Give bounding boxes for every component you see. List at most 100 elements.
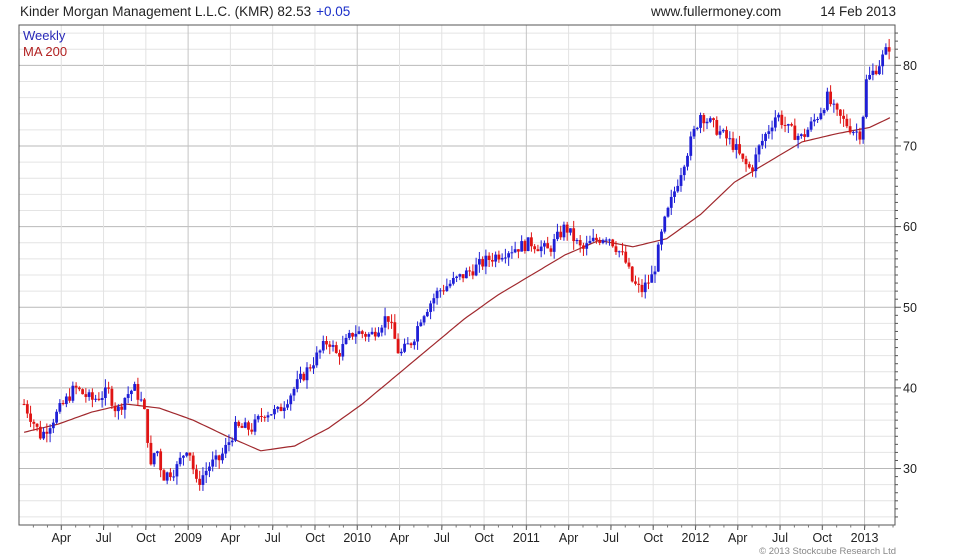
candle-up — [344, 334, 348, 345]
candle-body — [224, 444, 228, 454]
candle-down — [81, 388, 85, 395]
candle-up — [55, 409, 58, 425]
candle-down — [107, 381, 111, 394]
candle-down — [325, 336, 328, 350]
candle-up — [767, 125, 771, 139]
candle-body — [276, 406, 280, 409]
candle-body — [630, 266, 634, 282]
candle-up — [292, 386, 296, 402]
x-tick-label: Oct — [136, 531, 156, 545]
candle-body — [448, 283, 452, 287]
candle-body — [871, 70, 875, 75]
candle-body — [25, 404, 29, 414]
candle-up — [861, 115, 865, 144]
candle-body — [260, 415, 263, 417]
candle-up — [666, 206, 670, 218]
candle-down — [530, 232, 533, 252]
candle-up — [321, 335, 325, 354]
candle-body — [178, 457, 182, 465]
ma-200-line — [23, 117, 891, 452]
candle-body — [435, 290, 439, 299]
candle-body — [796, 135, 800, 140]
candle-body — [490, 259, 494, 262]
candle-down — [793, 118, 797, 141]
candle-body — [731, 138, 735, 150]
candle-up — [679, 167, 683, 192]
candle-body — [812, 119, 816, 122]
candle-down — [842, 109, 846, 127]
candle-body — [237, 421, 241, 426]
candle-down — [803, 128, 806, 142]
candle-up — [816, 116, 819, 123]
candle-body — [718, 131, 722, 135]
candle-body — [546, 243, 550, 249]
candle-body — [273, 408, 276, 415]
candle-down — [848, 118, 852, 135]
candle-up — [754, 147, 758, 178]
candle-body — [152, 453, 156, 465]
candle-body — [699, 115, 702, 128]
price-change: +0.05 — [316, 4, 350, 19]
candle-up — [256, 414, 260, 423]
candle-up — [224, 437, 228, 459]
candle-body — [556, 231, 559, 240]
candle-down — [143, 397, 146, 410]
x-tick-label: Oct — [643, 531, 663, 545]
candle-up — [123, 397, 127, 419]
candle-body — [214, 455, 218, 460]
candle-down — [409, 342, 413, 349]
candle-body — [55, 411, 58, 423]
candle-body — [637, 283, 641, 285]
chart-title: Kinder Morgan Management L.L.C. (KMR) 82… — [20, 4, 311, 19]
candle-body — [169, 472, 172, 478]
candle-body — [120, 406, 124, 410]
candle-down — [38, 420, 42, 440]
candle-body — [409, 343, 413, 346]
candle-body — [380, 327, 384, 333]
candle-body — [715, 120, 719, 135]
candle-body — [451, 278, 455, 284]
legend-weekly: Weekly — [23, 28, 66, 43]
candle-up — [347, 329, 351, 341]
candle-up — [204, 462, 208, 484]
x-tick-label: Apr — [221, 531, 240, 545]
candle-body — [585, 243, 589, 249]
candle-body — [484, 255, 488, 267]
candle-up — [253, 414, 257, 436]
candle-up — [474, 257, 478, 277]
candle-up — [429, 300, 432, 320]
candle-body — [552, 239, 556, 252]
candle-body — [864, 79, 868, 117]
candle-body — [347, 332, 351, 338]
candle-body — [390, 321, 393, 323]
candle-body — [686, 155, 689, 167]
candle-body — [712, 118, 715, 121]
candle-body — [133, 384, 137, 391]
candle-down — [559, 225, 563, 240]
candle-down — [29, 405, 32, 428]
candle-body — [868, 74, 872, 80]
candle-body — [461, 274, 465, 279]
candle-down — [195, 464, 198, 483]
candle-body — [123, 397, 127, 410]
candle-body — [383, 316, 387, 328]
candle-body — [530, 237, 533, 247]
candle-body — [591, 237, 595, 241]
candle-body — [747, 164, 751, 168]
candle-up — [825, 87, 829, 112]
candle-down — [838, 109, 842, 124]
candle-body — [513, 249, 517, 253]
candle-up — [591, 228, 595, 242]
candle-up — [451, 271, 455, 286]
candle-body — [227, 442, 231, 445]
candle-body — [523, 241, 527, 252]
candle-up — [812, 113, 816, 127]
x-tick-label: 2012 — [682, 531, 710, 545]
candle-body — [315, 352, 319, 366]
candle-down — [68, 388, 72, 403]
candle-down — [373, 327, 377, 341]
candle-up — [760, 133, 764, 150]
candle-body — [406, 343, 410, 345]
candle-body — [156, 451, 159, 454]
x-tick-label: Oct — [813, 531, 833, 545]
